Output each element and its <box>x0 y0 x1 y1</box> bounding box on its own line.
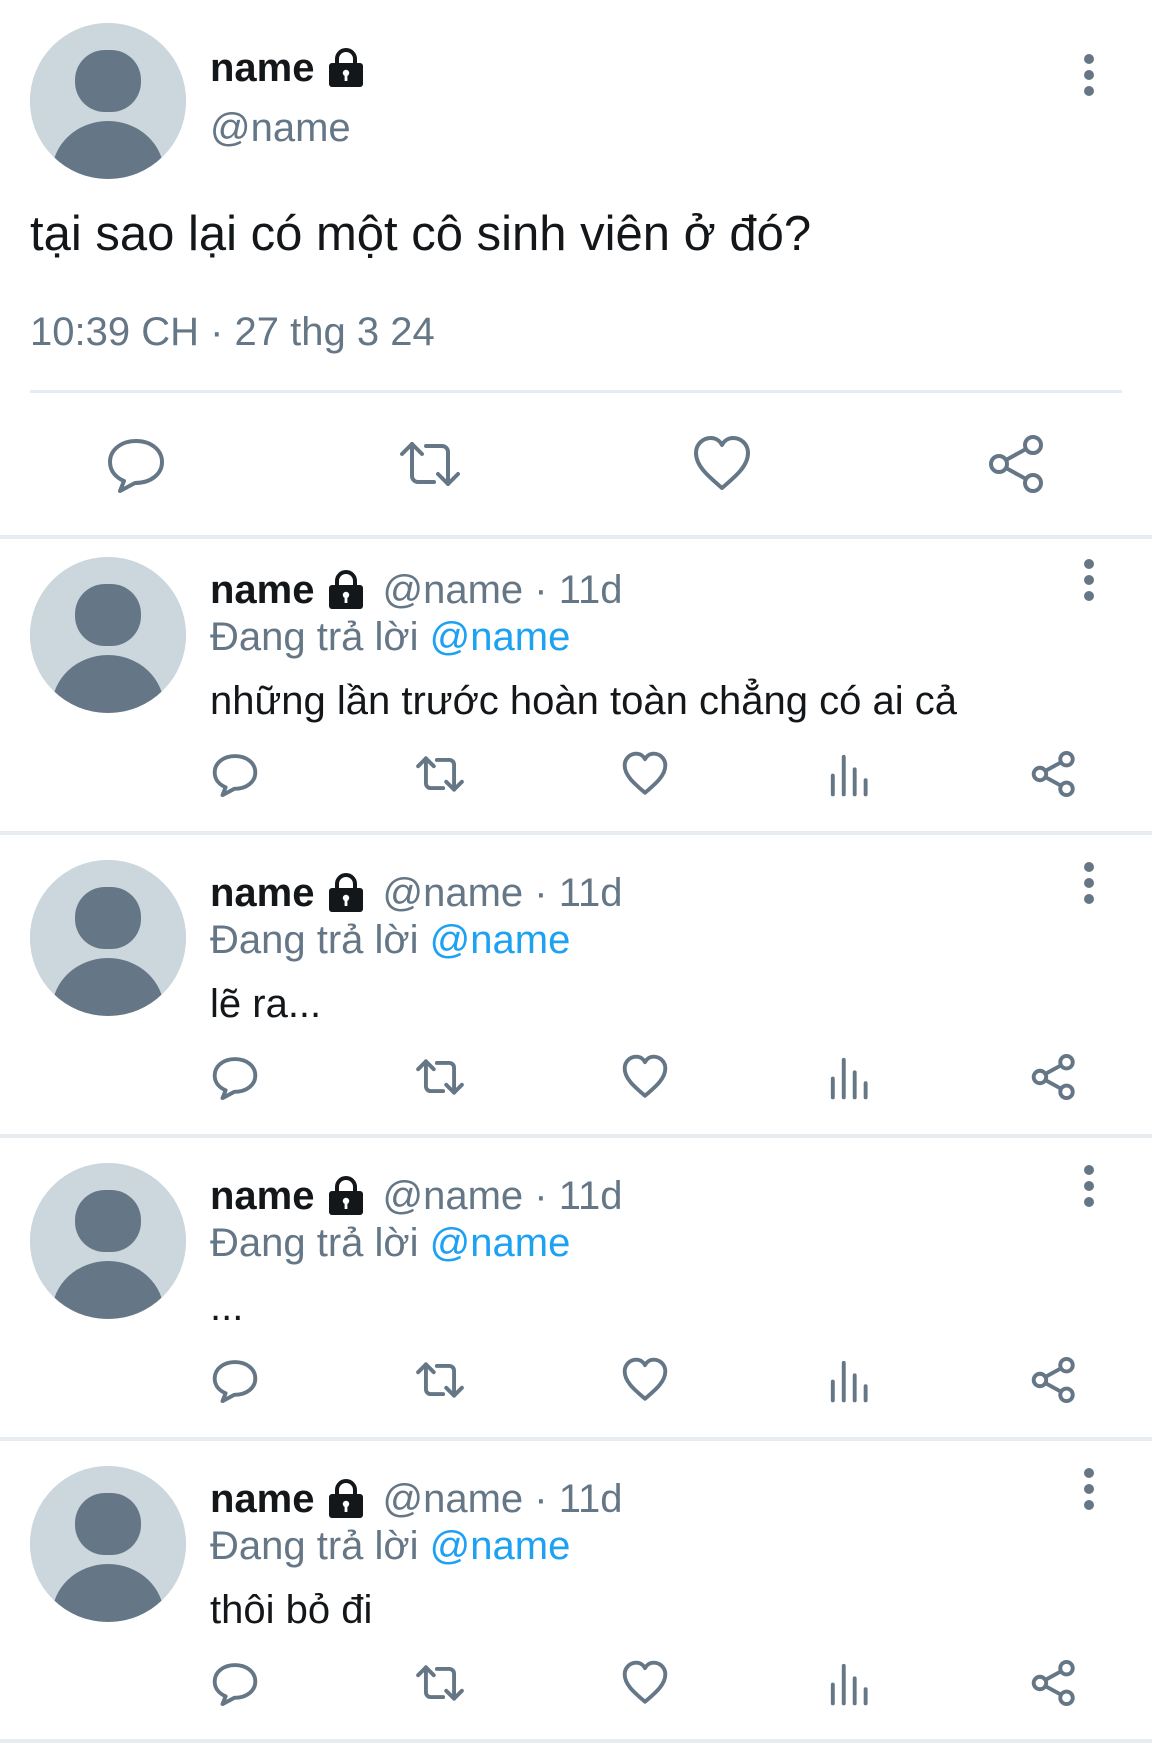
default-profile-icon <box>30 23 186 179</box>
more-options-icon[interactable] <box>1074 859 1104 909</box>
handle-and-time[interactable]: @name · 11d <box>383 1174 623 1219</box>
section-divider <box>0 1437 1152 1441</box>
replying-to: Đang trả lời @name <box>210 615 570 660</box>
replying-to: Đang trả lời @name <box>210 918 570 963</box>
reply-header: name @name · 11d <box>210 868 622 918</box>
reply-tweet[interactable]: name @name · 11d Đang trả lời @name nhữn… <box>0 539 1152 839</box>
mention-link[interactable]: @name <box>430 1221 571 1265</box>
default-profile-icon <box>30 557 186 713</box>
replying-prefix: Đang trả lời <box>210 615 419 659</box>
avatar[interactable] <box>30 1466 186 1622</box>
replying-to: Đang trả lời @name <box>210 1524 570 1569</box>
reply-icon[interactable] <box>210 1355 260 1405</box>
reply-icon[interactable] <box>210 1658 260 1708</box>
reply-icon[interactable] <box>210 1052 260 1102</box>
replying-prefix: Đang trả lời <box>210 1221 419 1265</box>
retweet-icon[interactable] <box>415 1658 465 1708</box>
share-icon[interactable] <box>985 432 1049 496</box>
avatar[interactable] <box>30 23 186 179</box>
lock-icon <box>325 47 367 89</box>
reply-header: name @name · 11d <box>210 1171 622 1221</box>
reply-text: ... <box>210 1285 244 1329</box>
more-options-icon[interactable] <box>1074 1465 1104 1515</box>
section-divider <box>0 1739 1152 1743</box>
replying-prefix: Đang trả lời <box>210 1524 419 1568</box>
more-options-icon[interactable] <box>1074 51 1104 101</box>
like-icon[interactable] <box>620 1658 670 1708</box>
avatar[interactable] <box>30 860 186 1016</box>
reply-text: những lần trước hoàn toàn chẳng có ai cả <box>210 679 957 723</box>
main-tweet: name @name tại sao lại có một cô sinh vi… <box>0 0 1152 537</box>
reply-text: lẽ ra... <box>210 982 322 1026</box>
share-icon[interactable] <box>1029 1355 1079 1405</box>
replying-to: Đang trả lời @name <box>210 1221 570 1266</box>
like-icon[interactable] <box>620 1355 670 1405</box>
reply-icon[interactable] <box>104 432 168 496</box>
more-options-icon[interactable] <box>1074 1162 1104 1212</box>
reply-header: name @name · 11d <box>210 565 622 615</box>
reply-tweet[interactable]: name @name · 11d Đang trả lời @name thôi… <box>0 1448 1152 1748</box>
author-name[interactable]: name <box>210 568 315 613</box>
share-icon[interactable] <box>1029 1052 1079 1102</box>
reply-header: name @name · 11d <box>210 1474 622 1524</box>
avatar[interactable] <box>30 557 186 713</box>
retweet-icon[interactable] <box>415 1052 465 1102</box>
author-name[interactable]: name <box>210 1174 315 1219</box>
retweet-icon[interactable] <box>415 749 465 799</box>
handle-and-time[interactable]: @name · 11d <box>383 1477 623 1522</box>
divider <box>30 390 1122 393</box>
author-name[interactable]: name <box>210 46 315 91</box>
tweet-timestamp: 10:39 CH · 27 thg 3 24 <box>30 310 435 354</box>
author-name[interactable]: name <box>210 1477 315 1522</box>
default-profile-icon <box>30 1466 186 1622</box>
mention-link[interactable]: @name <box>430 1524 571 1568</box>
analytics-icon[interactable] <box>825 1052 875 1102</box>
reply-text: thôi bỏ đi <box>210 1588 373 1632</box>
retweet-icon[interactable] <box>398 432 462 496</box>
author-row: name <box>210 42 367 94</box>
lock-icon <box>325 569 367 611</box>
default-profile-icon <box>30 860 186 1016</box>
replying-prefix: Đang trả lời <box>210 918 419 962</box>
handle-and-time[interactable]: @name · 11d <box>383 568 623 613</box>
lock-icon <box>325 1478 367 1520</box>
like-icon[interactable] <box>620 1052 670 1102</box>
default-profile-icon <box>30 1163 186 1319</box>
avatar[interactable] <box>30 1163 186 1319</box>
analytics-icon[interactable] <box>825 1658 875 1708</box>
mention-link[interactable]: @name <box>430 615 571 659</box>
tweet-text: tại sao lại có một cô sinh viên ở đó? <box>30 207 812 261</box>
reply-tweet[interactable]: name @name · 11d Đang trả lời @name lẽ r… <box>0 842 1152 1142</box>
reply-icon[interactable] <box>210 749 260 799</box>
like-icon[interactable] <box>620 749 670 799</box>
share-icon[interactable] <box>1029 749 1079 799</box>
mention-link[interactable]: @name <box>430 918 571 962</box>
retweet-icon[interactable] <box>415 1355 465 1405</box>
lock-icon <box>325 872 367 914</box>
handle-and-time[interactable]: @name · 11d <box>383 871 623 916</box>
share-icon[interactable] <box>1029 1658 1079 1708</box>
section-divider <box>0 831 1152 835</box>
lock-icon <box>325 1175 367 1217</box>
more-options-icon[interactable] <box>1074 556 1104 606</box>
analytics-icon[interactable] <box>825 1355 875 1405</box>
like-icon[interactable] <box>690 432 754 496</box>
author-handle[interactable]: @name <box>210 106 351 151</box>
reply-tweet[interactable]: name @name · 11d Đang trả lời @name ... <box>0 1145 1152 1445</box>
author-name[interactable]: name <box>210 871 315 916</box>
analytics-icon[interactable] <box>825 749 875 799</box>
section-divider <box>0 1134 1152 1138</box>
